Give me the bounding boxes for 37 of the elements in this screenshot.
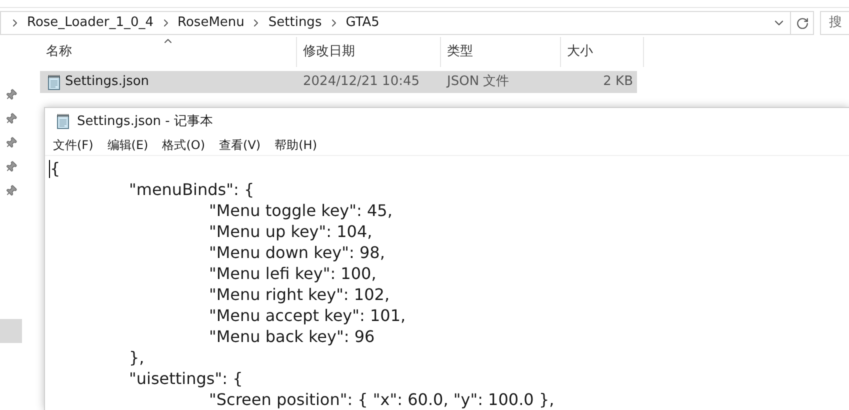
window-title: Settings.json - 记事本 <box>77 112 213 131</box>
breadcrumb-item[interactable]: RoseMenu <box>176 13 246 33</box>
code-line: "menuBinds": { <box>129 179 254 200</box>
code-line: { <box>50 158 60 179</box>
refresh-button[interactable] <box>790 11 814 35</box>
menu-item[interactable]: 格式(O) <box>162 136 206 154</box>
code-line: "Menu back key": 96 <box>209 326 375 347</box>
breadcrumb-item[interactable]: Settings <box>266 13 324 33</box>
file-row[interactable]: Settings.json 2024/12/21 10:45 JSON 文件 2 KB <box>40 71 637 93</box>
code-line: "uisettings": { <box>129 368 243 389</box>
column-header[interactable]: 修改日期 <box>297 37 441 67</box>
text-cursor <box>49 160 50 178</box>
file-name: Settings.json <box>65 73 150 92</box>
menu-item[interactable]: 查看(V) <box>219 136 261 154</box>
menu-item[interactable]: 编辑(E) <box>107 136 148 154</box>
column-header[interactable]: 类型 <box>441 37 561 67</box>
code-line: }, <box>129 347 144 368</box>
code-line: "Menu toggle key": 45, <box>209 200 392 221</box>
file-size: 2 KB <box>602 73 634 92</box>
breadcrumb-item[interactable]: GTA5 <box>344 13 382 33</box>
refresh-icon <box>796 16 808 30</box>
code-line: "Menu right key": 102, <box>209 284 390 305</box>
code-line: "Menu lefi key": 100, <box>209 263 376 284</box>
notepad-file-icon <box>55 113 71 130</box>
menu-item[interactable]: 帮助(H) <box>274 136 317 154</box>
file-type: JSON 文件 <box>445 73 510 92</box>
breadcrumb-item[interactable]: Rose_Loader_1_0_4 <box>25 13 156 33</box>
code-line: "Menu up key": 104, <box>209 221 372 242</box>
column-header[interactable]: 名称 <box>40 37 297 67</box>
notepad-file-icon <box>46 74 62 90</box>
code-line: "Menu down key": 98, <box>209 242 385 263</box>
code-line: "Menu accept key": 101, <box>209 305 406 326</box>
column-header[interactable]: 大小 <box>561 37 644 67</box>
modified-date: 2024/12/21 10:45 <box>302 73 421 92</box>
code-line: "Screen position": { "x": 60.0, "y": 100.0 }, <box>209 389 554 410</box>
menu-item[interactable]: 文件(F) <box>53 136 94 154</box>
search-field[interactable]: 搜 <box>820 11 849 35</box>
